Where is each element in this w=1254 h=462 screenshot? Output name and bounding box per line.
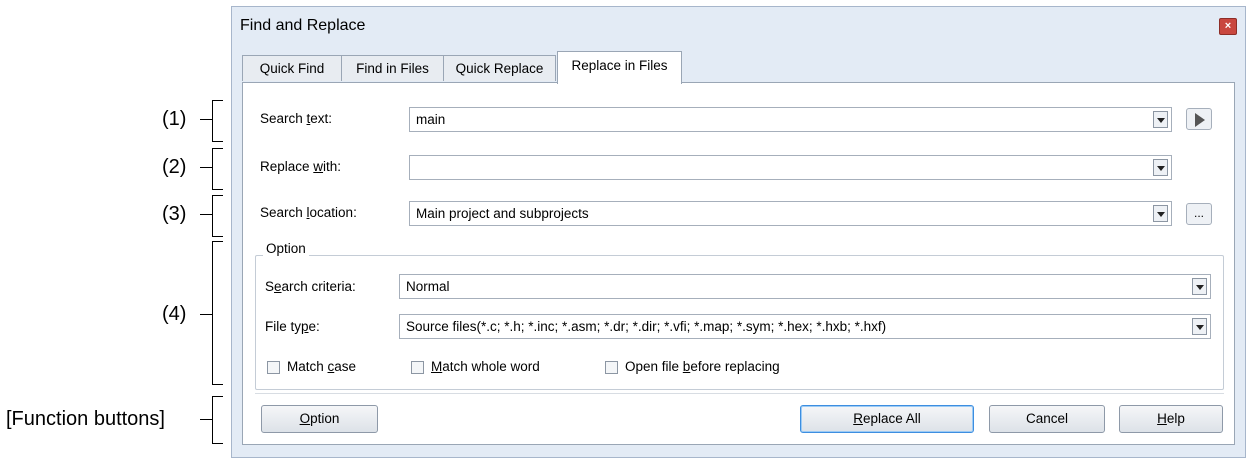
callout-bracket — [212, 396, 223, 444]
search-criteria-value: Normal — [406, 279, 450, 294]
browse-location-button[interactable]: ... — [1186, 203, 1212, 225]
callout-bracket — [212, 241, 223, 385]
replace-all-button[interactable]: Replace All — [800, 405, 974, 433]
callout-bracket — [212, 148, 223, 190]
dialog-title: Find and Replace — [240, 17, 366, 34]
cancel-button[interactable]: Cancel — [989, 405, 1105, 433]
match-case-label[interactable]: Match case — [287, 358, 356, 376]
title-bar[interactable]: Find and Replace × — [232, 7, 1245, 45]
tab-replace-in-files[interactable]: Replace in Files — [557, 51, 682, 84]
search-location-value: Main project and subprojects — [416, 206, 589, 221]
search-text-combo[interactable]: main — [409, 107, 1172, 132]
find-replace-dialog: Find and Replace × Quick Find Find in Fi… — [231, 6, 1246, 458]
divider — [255, 393, 1224, 394]
tab-quick-replace[interactable]: Quick Replace — [443, 55, 556, 81]
file-type-select[interactable]: Source files(*.c; *.h; *.inc; *.asm; *.d… — [399, 314, 1211, 339]
file-type-value: Source files(*.c; *.h; *.inc; *.asm; *.d… — [406, 319, 887, 334]
callout-tick — [200, 419, 212, 420]
search-location-label: Search location: — [260, 205, 357, 220]
chevron-down-icon[interactable] — [1192, 278, 1207, 295]
option-group-label: Option — [263, 241, 309, 256]
callout-tick — [200, 314, 212, 315]
search-text-label: Search text: — [260, 111, 333, 126]
search-criteria-select[interactable]: Normal — [399, 274, 1211, 299]
play-icon[interactable] — [1186, 108, 1212, 130]
search-text-value: main — [416, 112, 446, 127]
callout-2: (2) — [162, 156, 187, 178]
match-whole-word-checkbox[interactable] — [411, 361, 424, 374]
callout-tick — [200, 167, 212, 168]
option-button[interactable]: Option — [261, 405, 378, 433]
callout-4: (4) — [162, 303, 187, 325]
callout-bracket — [212, 195, 223, 237]
callout-bracket — [212, 100, 223, 142]
tab-quick-find[interactable]: Quick Find — [242, 55, 342, 81]
chevron-down-icon[interactable] — [1192, 318, 1207, 335]
callout-3: (3) — [162, 203, 187, 225]
replace-with-label: Replace with: — [260, 159, 342, 174]
open-file-before-replacing-label[interactable]: Open file before replacing — [625, 358, 780, 376]
match-whole-word-label[interactable]: Match whole word — [431, 358, 540, 376]
search-criteria-label: Search criteria: — [265, 279, 356, 294]
callout-tick — [200, 119, 212, 120]
chevron-down-icon[interactable] — [1153, 205, 1168, 222]
file-type-label: File type: — [265, 319, 320, 334]
open-file-before-replacing-checkbox[interactable] — [605, 361, 618, 374]
match-case-checkbox[interactable] — [267, 361, 280, 374]
replace-in-files-panel: Search text: main Replace with: Search l… — [242, 82, 1235, 445]
close-icon[interactable]: × — [1219, 18, 1237, 35]
search-location-combo[interactable]: Main project and subprojects — [409, 201, 1172, 226]
callout-tick — [200, 214, 212, 215]
tab-find-in-files[interactable]: Find in Files — [341, 55, 444, 81]
chevron-down-icon[interactable] — [1153, 159, 1168, 176]
replace-with-combo[interactable] — [409, 155, 1172, 180]
chevron-down-icon[interactable] — [1153, 111, 1168, 128]
help-button[interactable]: Help — [1119, 405, 1223, 433]
callout-function-buttons: [Function buttons] — [6, 408, 165, 430]
callout-1: (1) — [162, 108, 187, 130]
